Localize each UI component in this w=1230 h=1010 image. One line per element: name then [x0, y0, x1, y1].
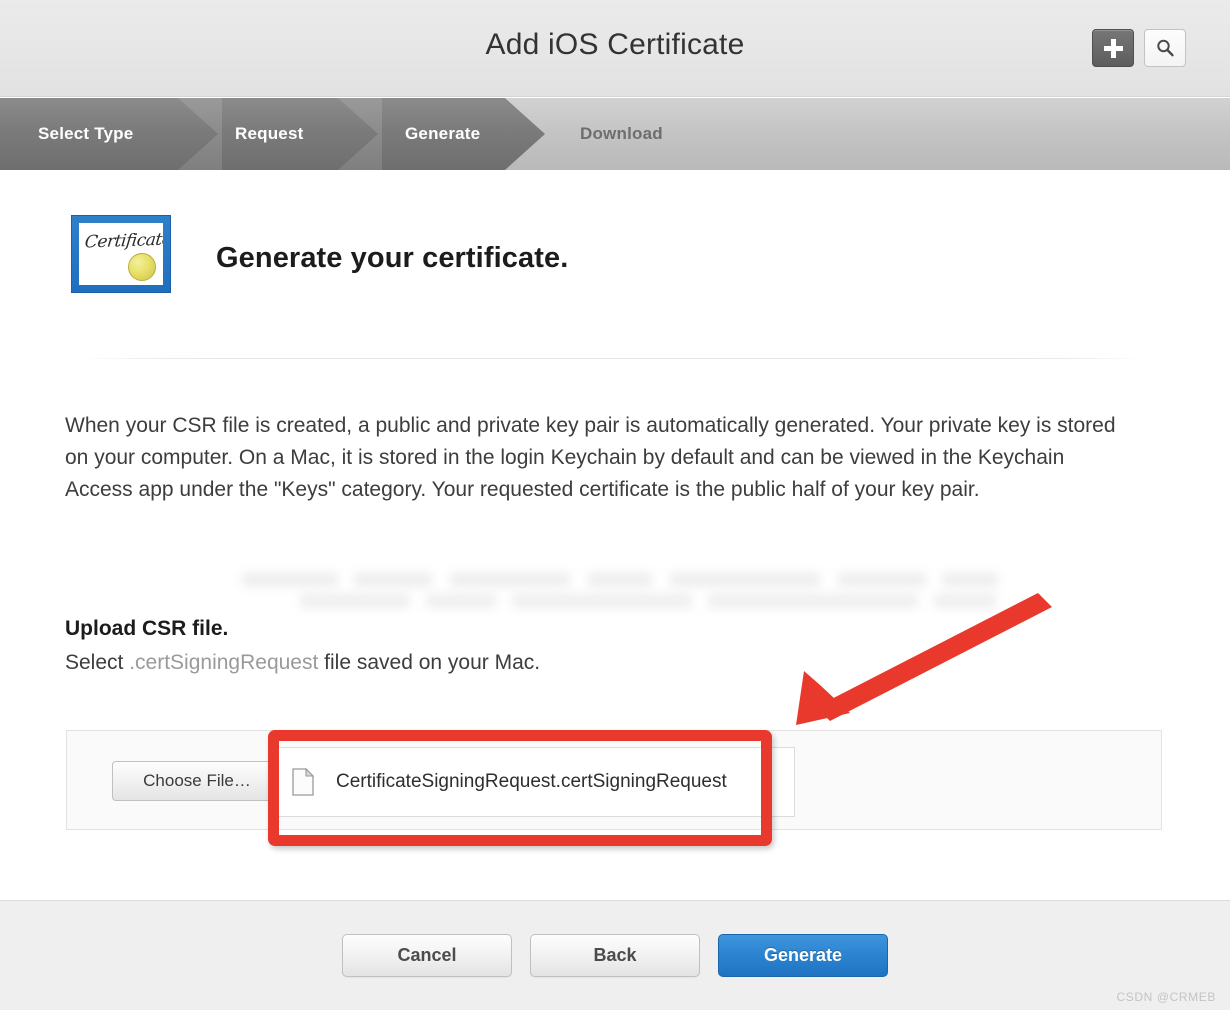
selected-file-display[interactable]: CertificateSigningRequest.certSigningReq…	[275, 747, 795, 817]
plus-icon	[1103, 38, 1123, 58]
add-ios-certificate-window: Add iOS Certificate Select Type Request …	[0, 0, 1230, 1010]
upload-section-title: Upload CSR file.	[65, 617, 229, 640]
selected-file-name: CertificateSigningRequest.certSigningReq…	[336, 771, 727, 792]
footer-button-group: Cancel Back Generate	[0, 934, 1230, 977]
search-icon	[1157, 39, 1174, 57]
breadcrumb-separator-1	[178, 98, 222, 170]
back-button[interactable]: Back	[530, 934, 700, 977]
generate-button[interactable]: Generate	[718, 934, 888, 977]
section-divider	[82, 358, 1147, 359]
add-button[interactable]	[1092, 29, 1134, 67]
step-generate[interactable]: Generate	[405, 98, 480, 170]
choose-file-button[interactable]: Choose File…	[112, 761, 282, 801]
main-content: Certificate Generate your certificate. W…	[0, 170, 1230, 900]
step-label-text: Select Type	[38, 124, 134, 143]
upload-sub-suffix: file saved on your Mac.	[318, 651, 541, 674]
watermark: CSDN @CRMEB	[1116, 990, 1216, 1004]
step-select-type[interactable]: Select Type	[38, 98, 133, 170]
section-heading: Generate your certificate.	[216, 242, 569, 274]
step-breadcrumb: Select Type Request Generate Download	[0, 98, 1230, 170]
step-download[interactable]: Download	[580, 98, 663, 170]
upload-sub-prefix: Select	[65, 651, 130, 674]
step-label-text: Generate	[405, 124, 481, 143]
step-label-text: Download	[580, 124, 663, 143]
certificate-seal-icon	[128, 253, 156, 281]
search-button[interactable]	[1144, 29, 1186, 67]
certificate-icon-inner: Certificate	[79, 223, 163, 285]
step-request[interactable]: Request	[235, 98, 303, 170]
body-paragraph: When your CSR file is created, a public …	[65, 414, 1116, 501]
dialog-footer: Cancel Back Generate CSDN @CRMEB	[0, 900, 1230, 1010]
page-title: Add iOS Certificate	[485, 28, 745, 61]
upload-sub-extension: .certSigningRequest	[129, 651, 319, 674]
breadcrumb-separator-2	[338, 98, 382, 170]
file-upload-panel: Choose File… CertificateSigningRequest.c…	[66, 730, 1162, 830]
certificate-icon: Certificate	[71, 215, 171, 293]
document-icon	[292, 768, 314, 796]
redacted-text-region	[238, 568, 1003, 614]
header-actions	[1092, 29, 1186, 67]
window-header: Add iOS Certificate	[0, 0, 1230, 97]
upload-section-subtitle: Select .certSigningRequest file saved on…	[65, 651, 540, 675]
certificate-icon-label: Certificate	[83, 229, 163, 253]
cancel-button[interactable]: Cancel	[342, 934, 512, 977]
step-label-text: Request	[235, 124, 304, 143]
